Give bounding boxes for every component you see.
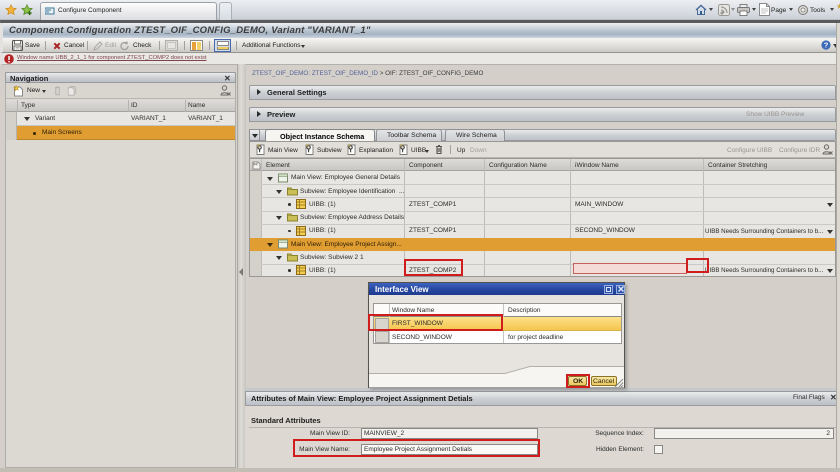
svg-text:?: ? xyxy=(824,41,829,50)
